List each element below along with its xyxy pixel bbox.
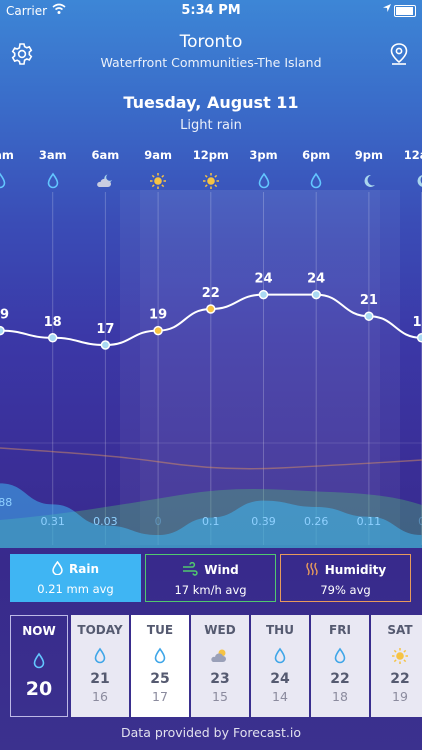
rain-drop-icon: [90, 647, 110, 665]
precip-label: 0.11: [357, 515, 382, 528]
temperature-label: 17: [96, 322, 114, 337]
day-name: SAT: [387, 623, 413, 637]
precip-label: 0.26: [304, 515, 329, 528]
day-high: 23: [210, 671, 230, 687]
tab-humidity[interactable]: Humidity 79% avg: [280, 554, 411, 602]
sun-icon: [390, 647, 410, 665]
temperature-point: [364, 311, 374, 321]
data-attribution[interactable]: Data provided by Forecast.io: [0, 725, 422, 740]
day-low: 19: [392, 689, 408, 704]
day-tue[interactable]: TUE 25 17: [131, 615, 189, 717]
temperature-label: 24: [307, 272, 325, 287]
wind-icon: [183, 562, 198, 576]
temperature-point: [258, 289, 269, 300]
day-name: TODAY: [77, 623, 123, 637]
temperature-label: 22: [202, 286, 220, 301]
day-name: NOW: [22, 624, 56, 638]
rain-drop-icon: [270, 647, 290, 665]
temperature-point: [0, 325, 5, 336]
precip-label: 0.1: [202, 515, 220, 528]
day-name: WED: [204, 623, 236, 637]
rain-drop-icon: [330, 647, 350, 665]
day-low: 18: [332, 689, 348, 704]
day-high: 22: [390, 671, 410, 687]
weather-app: Carrier 5:34 PM Toronto Waterfront Commu…: [0, 0, 422, 750]
day-now[interactable]: NOW 20: [10, 615, 68, 717]
tab-rain-label: Rain: [69, 562, 99, 576]
day-high: 22: [330, 671, 350, 687]
day-name: THU: [266, 623, 294, 637]
day-high: 25: [150, 671, 170, 687]
partly-cloudy-icon: [210, 647, 230, 665]
temperature-label: 24: [254, 272, 272, 287]
daily-forecast: NOW 20 TODAY 21 16 TUE 25 17 WED 23 15 THU 24 14 FRI 22…: [10, 615, 422, 717]
temperature-point: [311, 289, 321, 300]
tab-humidity-value: 79% avg: [320, 583, 371, 597]
temperature-point: [416, 333, 422, 343]
day-today[interactable]: TODAY 21 16: [71, 615, 129, 717]
day-thu[interactable]: THU 24 14: [251, 615, 309, 717]
tab-rain-value: 0.21 mm avg: [37, 582, 114, 596]
precip-label: 0: [155, 515, 162, 528]
temperature-label: 18: [413, 315, 422, 330]
day-high: 21: [90, 671, 110, 687]
day-high: 20: [25, 678, 53, 700]
precip-label: 0.03: [93, 515, 118, 528]
hourly-chart: 19 0.88 18 0.31 17 0.03 19 0 22 0.1 24 0.39 24 0.26 21…: [0, 190, 422, 548]
day-low: 15: [212, 689, 228, 704]
day-low: 16: [92, 689, 108, 704]
day-name: FRI: [329, 623, 351, 637]
temperature-point: [153, 325, 163, 336]
tab-humidity-label: Humidity: [324, 563, 387, 577]
precip-label: 0.39: [251, 515, 276, 528]
day-sat[interactable]: SAT 22 19: [371, 615, 422, 717]
day-high: 24: [270, 671, 290, 687]
day-low: 14: [272, 689, 288, 704]
tab-wind-value: 17 km/h avg: [174, 583, 247, 597]
temperature-point: [47, 333, 58, 343]
day-fri[interactable]: FRI 22 18: [311, 615, 369, 717]
metric-tabs: Rain 0.21 mm avg Wind 17 km/h avg Humidi…: [10, 554, 412, 606]
rain-drop-icon: [150, 647, 170, 665]
day-name: TUE: [146, 623, 174, 637]
temperature-label: 21: [360, 293, 378, 308]
precip-label: 0.31: [40, 515, 65, 528]
temperature-label: 19: [0, 308, 9, 323]
precip-label: 0.88: [0, 496, 12, 509]
temperature-point: [100, 340, 111, 350]
day-wed[interactable]: WED 23 15: [191, 615, 249, 717]
precip-label: 0: [418, 515, 422, 528]
tab-wind-label: Wind: [204, 563, 239, 577]
tab-rain[interactable]: Rain 0.21 mm avg: [10, 554, 141, 602]
temperature-label: 18: [44, 315, 62, 330]
temperature-point: [206, 304, 216, 314]
tab-wind[interactable]: Wind 17 km/h avg: [145, 554, 276, 602]
humidity-waves-icon: [306, 562, 318, 576]
rain-drop-icon: [52, 561, 63, 575]
day-low: 17: [152, 689, 168, 704]
rain-drop-icon: [29, 652, 49, 670]
temperature-label: 19: [149, 308, 167, 323]
